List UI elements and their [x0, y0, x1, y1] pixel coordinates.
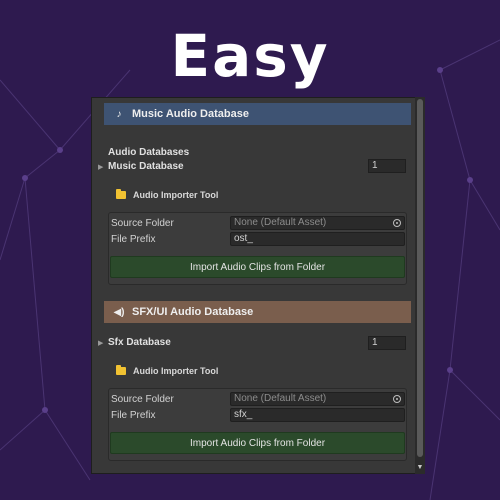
sfx-source-folder-label: Source Folder [111, 394, 174, 405]
sfx-source-folder-field[interactable]: None (Default Asset) [230, 392, 405, 406]
scroll-down-arrow-icon[interactable]: ▼ [415, 464, 425, 472]
sfx-file-prefix-input[interactable]: sfx_ [230, 408, 405, 422]
speaker-icon: ◀) [113, 306, 125, 318]
music-database-header: ♪ Music Audio Database [104, 103, 411, 125]
music-database-count-field[interactable]: 1 [368, 159, 406, 173]
sfx-header-label: SFX/UI Audio Database [132, 306, 254, 318]
music-database-label[interactable]: Music Database [108, 161, 184, 172]
sfx-tool-label: Audio Importer Tool [133, 366, 219, 376]
object-picker-icon[interactable] [393, 395, 401, 403]
music-note-icon: ♪ [116, 108, 122, 120]
music-import-button[interactable]: Import Audio Clips from Folder [110, 256, 405, 278]
music-source-folder-field[interactable]: None (Default Asset) [230, 216, 405, 230]
object-picker-icon[interactable] [393, 219, 401, 227]
music-tool-label: Audio Importer Tool [133, 190, 219, 200]
sfx-database-count-field[interactable]: 1 [368, 336, 406, 350]
music-source-folder-value: None (Default Asset) [234, 217, 327, 228]
music-importer-tool-title: Audio Importer Tool [116, 189, 219, 200]
music-file-prefix-input[interactable]: ost_ [230, 232, 405, 246]
music-file-prefix-label: File Prefix [111, 234, 156, 245]
folder-icon [116, 365, 126, 375]
scrollbar-thumb[interactable] [417, 99, 423, 457]
inspector-scrollbar[interactable]: ▼ [415, 97, 425, 474]
sfx-import-button[interactable]: Import Audio Clips from Folder [110, 432, 405, 454]
music-header-label: Music Audio Database [132, 108, 249, 120]
music-database-foldout-icon[interactable]: ▶ [98, 163, 103, 171]
folder-icon [116, 189, 126, 199]
sfx-database-label[interactable]: Sfx Database [108, 337, 171, 348]
audio-databases-heading: Audio Databases [108, 147, 190, 158]
sfx-database-header: ◀) SFX/UI Audio Database [104, 301, 411, 323]
sfx-source-folder-value: None (Default Asset) [234, 393, 327, 404]
sfx-importer-tool-title: Audio Importer Tool [116, 365, 219, 376]
sfx-database-foldout-icon[interactable]: ▶ [98, 339, 103, 347]
music-source-folder-label: Source Folder [111, 218, 174, 229]
page-title: Easy [170, 22, 330, 90]
sfx-file-prefix-label: File Prefix [111, 410, 156, 421]
